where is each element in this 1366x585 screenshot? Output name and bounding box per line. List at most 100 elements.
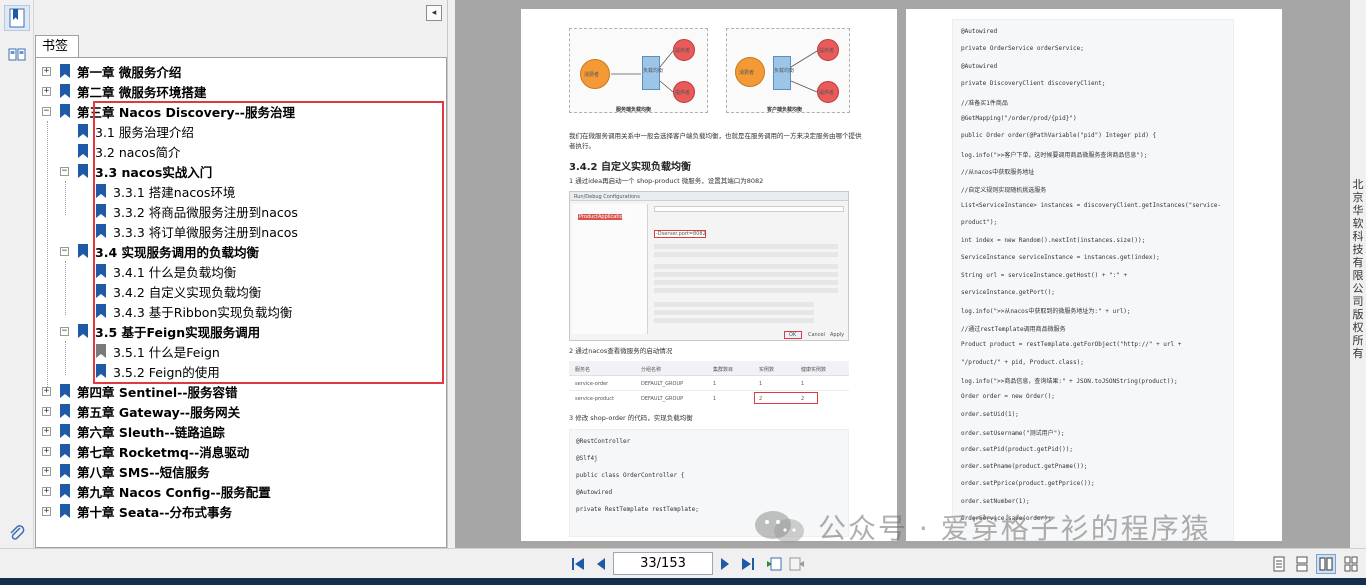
table-cell: 2 — [759, 396, 763, 402]
bookmark-item[interactable]: + 第五章 Gateway--服务网关 — [42, 401, 240, 421]
table-header: 分组名称 — [641, 367, 662, 373]
bookmark-item[interactable]: − 3.5 基于Feign实现服务调用 — [60, 321, 260, 341]
bookmark-item[interactable]: + 第二章 微服务环境搭建 — [42, 81, 206, 101]
table-cell: 1 — [801, 381, 805, 387]
first-page-icon[interactable] — [570, 556, 586, 572]
expand-icon[interactable]: + — [42, 446, 51, 456]
bookmarks-panel-icon[interactable] — [4, 5, 30, 31]
bookmark-item[interactable]: 3.3.3 将订单微服务注册到nacos — [78, 221, 298, 241]
code-line: order.setUid(1); — [961, 410, 1019, 418]
code-line: log.info(">>商品信息，查询结果:" + JSON.toJSONStr… — [961, 378, 1178, 385]
diagram-arrows — [611, 50, 674, 93]
bookmark-item[interactable]: 3.3.2 将商品微服务注册到nacos — [78, 201, 298, 221]
navigation-toolbar: 33/153 — [0, 548, 1366, 578]
expand-icon[interactable]: + — [42, 486, 51, 496]
bookmark-label: 3.4.1 什么是负载均衡 — [113, 264, 237, 280]
code-line: //通过restTemplate调用商品微服务 — [961, 325, 1066, 333]
expand-icon[interactable]: + — [42, 406, 51, 416]
tree-guide-line — [65, 261, 66, 315]
wechat-watermark: 公众号 · 爱穿格子衫的程序猿 — [752, 506, 1211, 548]
panel-splitter[interactable] — [447, 0, 455, 548]
expand-icon[interactable]: + — [42, 426, 51, 436]
tab-bookmarks[interactable]: 书签 — [35, 35, 80, 58]
page-number-input[interactable]: 33/153 — [613, 552, 713, 575]
bookmark-item[interactable]: − 第三章 Nacos Discovery--服务治理 — [42, 101, 295, 121]
bookmark-item[interactable]: + 第四章 Sentinel--服务容错 — [42, 381, 238, 401]
bookmark-icon — [60, 384, 70, 398]
bookmark-item[interactable]: − 3.4 实现服务调用的负载均衡 — [60, 241, 259, 261]
wechat-logo-icon — [755, 511, 804, 543]
expand-icon[interactable]: + — [42, 506, 51, 516]
bookmark-label: 3.3.3 将订单微服务注册到nacos — [113, 224, 298, 240]
collapse-panel-button[interactable]: ◂ — [426, 5, 442, 21]
collapse-icon[interactable]: − — [60, 326, 69, 336]
bookmark-item[interactable]: + 第九章 Nacos Config--服务配置 — [42, 481, 271, 501]
panel-tab-bar: 书签 — [35, 35, 80, 58]
expand-icon[interactable]: + — [42, 386, 51, 396]
dialog-vm-options: -Dserver.port=8082 — [656, 231, 706, 237]
bookmark-icon — [96, 224, 106, 238]
page-thumbnails-icon[interactable] — [4, 42, 30, 68]
bookmark-label: 第五章 Gateway--服务网关 — [77, 404, 241, 420]
bookmark-icon — [96, 304, 106, 318]
bookmark-item[interactable]: 3.5.1 什么是Feign — [78, 341, 220, 361]
bookmark-item[interactable]: − 3.3 nacos实战入门 — [60, 161, 212, 181]
bookmark-item[interactable]: 3.4.3 基于Ribbon实现负载均衡 — [78, 301, 292, 321]
bookmark-item[interactable]: 3.5.2 Feign的使用 — [78, 361, 220, 381]
bookmark-label: 3.3 nacos实战入门 — [95, 164, 213, 180]
table-cell: DEFAULT_GROUP — [641, 396, 684, 402]
code-line: @GetMapping("/order/prod/{pid}") — [961, 115, 1077, 122]
single-page-view-icon[interactable] — [1271, 556, 1287, 572]
bookmark-icon — [96, 344, 106, 358]
bookmark-icon — [60, 104, 70, 118]
bookmark-icon — [78, 324, 88, 338]
two-page-continuous-view-icon[interactable] — [1343, 556, 1359, 572]
tree-guide-line — [65, 341, 66, 375]
figure-server-load-balance: 消费者 负载均衡 提供者 提供者 服务端负载均衡 — [569, 28, 708, 113]
attachments-icon[interactable] — [4, 520, 30, 546]
code-line: log.info(">>客户下单，这时候要调用商品微服务查询商品信息"); — [961, 151, 1148, 159]
bookmark-item[interactable]: + 第六章 Sleuth--链路追踪 — [42, 421, 225, 441]
bookmark-tree[interactable]: + 第一章 微服务介绍 + 第二章 微服务环境搭建 − 第三章 Nacos Discove… — [35, 57, 447, 548]
next-page-icon[interactable] — [717, 556, 733, 572]
code-line: int index = new Random().nextInt(instanc… — [961, 236, 1146, 244]
bookmark-item[interactable]: 3.4.1 什么是负载均衡 — [78, 261, 236, 281]
code-line: order.setPname(product.getPname()); — [961, 463, 1088, 470]
bookmark-item[interactable]: 3.3.1 搭建nacos环境 — [78, 181, 235, 201]
code-line: product"); — [961, 219, 998, 227]
bookmark-item[interactable]: 3.1 服务治理介绍 — [60, 121, 194, 141]
collapse-icon[interactable]: − — [42, 106, 51, 116]
dialog-apply-button: Apply — [830, 332, 845, 338]
expand-icon[interactable]: + — [42, 86, 51, 96]
bookmark-icon — [96, 184, 106, 198]
bookmark-item[interactable]: + 第八章 SMS--短信服务 — [42, 461, 210, 481]
table-cell: 2 — [801, 396, 805, 402]
bookmark-item[interactable]: + 第十章 Seata--分布式事务 — [42, 501, 232, 521]
two-page-view-icon[interactable] — [1316, 554, 1336, 574]
expand-icon[interactable]: + — [42, 66, 51, 76]
bookmark-item[interactable]: + 第七章 Rocketmq--消息驱动 — [42, 441, 249, 461]
bookmark-icon — [78, 164, 88, 178]
bookmark-icon — [96, 284, 106, 298]
expand-icon[interactable]: + — [42, 466, 51, 476]
collapse-icon[interactable]: − — [60, 166, 69, 176]
bookmark-item[interactable]: + 第一章 微服务介绍 — [42, 61, 181, 81]
bookmark-label: 第三章 Nacos Discovery--服务治理 — [77, 104, 295, 120]
bookmark-item[interactable]: 3.4.2 自定义实现负载均衡 — [78, 281, 261, 301]
code-line: String url = serviceInstance.getHost() +… — [961, 271, 1128, 279]
last-page-icon[interactable] — [740, 556, 756, 572]
bookmark-label: 第四章 Sentinel--服务容错 — [77, 384, 238, 400]
code-line: List<ServiceInstance> instances = discov… — [961, 202, 1222, 209]
previous-view-icon[interactable] — [766, 556, 782, 572]
bookmark-item[interactable]: 3.2 nacos简介 — [60, 141, 180, 161]
next-view-icon[interactable] — [789, 556, 805, 572]
continuous-view-icon[interactable] — [1294, 556, 1310, 572]
collapse-icon[interactable]: − — [60, 246, 69, 256]
diagram-arrows — [790, 50, 818, 93]
previous-page-icon[interactable] — [593, 556, 609, 572]
table-cell: 1 — [713, 396, 717, 402]
code-line: public Order order(@PathVariable("pid") … — [961, 132, 1157, 140]
bookmark-icon — [60, 504, 70, 518]
code-line: serviceInstance.getPort(); — [961, 289, 1055, 296]
document-view[interactable]: 消费者 负载均衡 提供者 提供者 服务端负载均衡 消费者 负载均衡 提供者 提供… — [455, 0, 1350, 548]
